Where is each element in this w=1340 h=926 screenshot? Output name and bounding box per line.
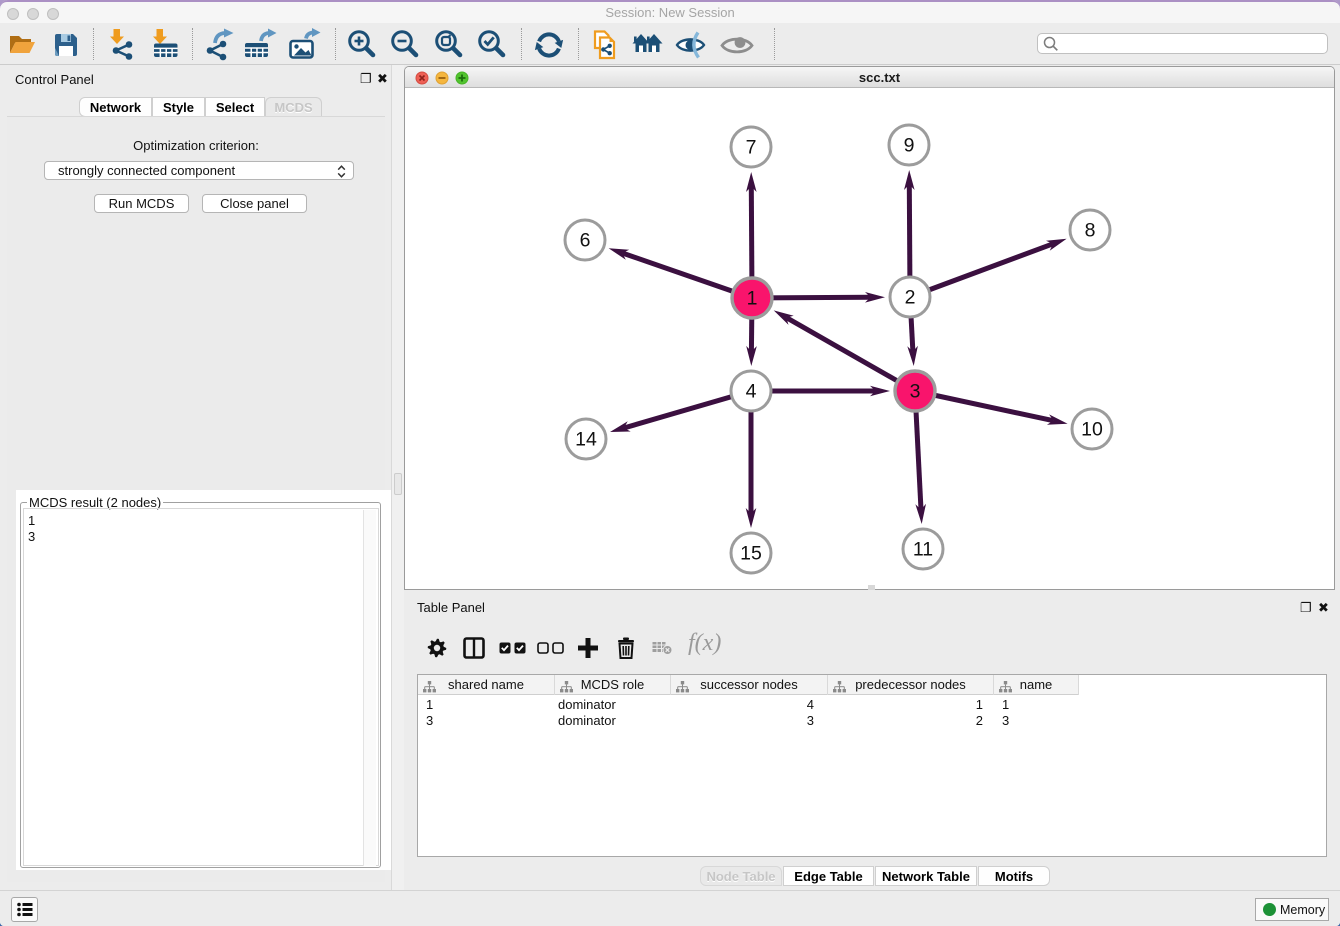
svg-text:14: 14	[575, 429, 597, 451]
svg-text:10: 10	[1081, 419, 1103, 441]
svg-text:1: 1	[747, 288, 758, 310]
svg-text:15: 15	[740, 543, 762, 565]
svg-text:6: 6	[580, 230, 591, 252]
svg-text:9: 9	[904, 135, 915, 157]
svg-text:7: 7	[746, 137, 757, 159]
svg-text:2: 2	[905, 287, 916, 309]
svg-text:3: 3	[910, 381, 921, 403]
svg-text:8: 8	[1085, 220, 1096, 242]
svg-text:4: 4	[746, 381, 757, 403]
svg-text:11: 11	[913, 539, 933, 561]
